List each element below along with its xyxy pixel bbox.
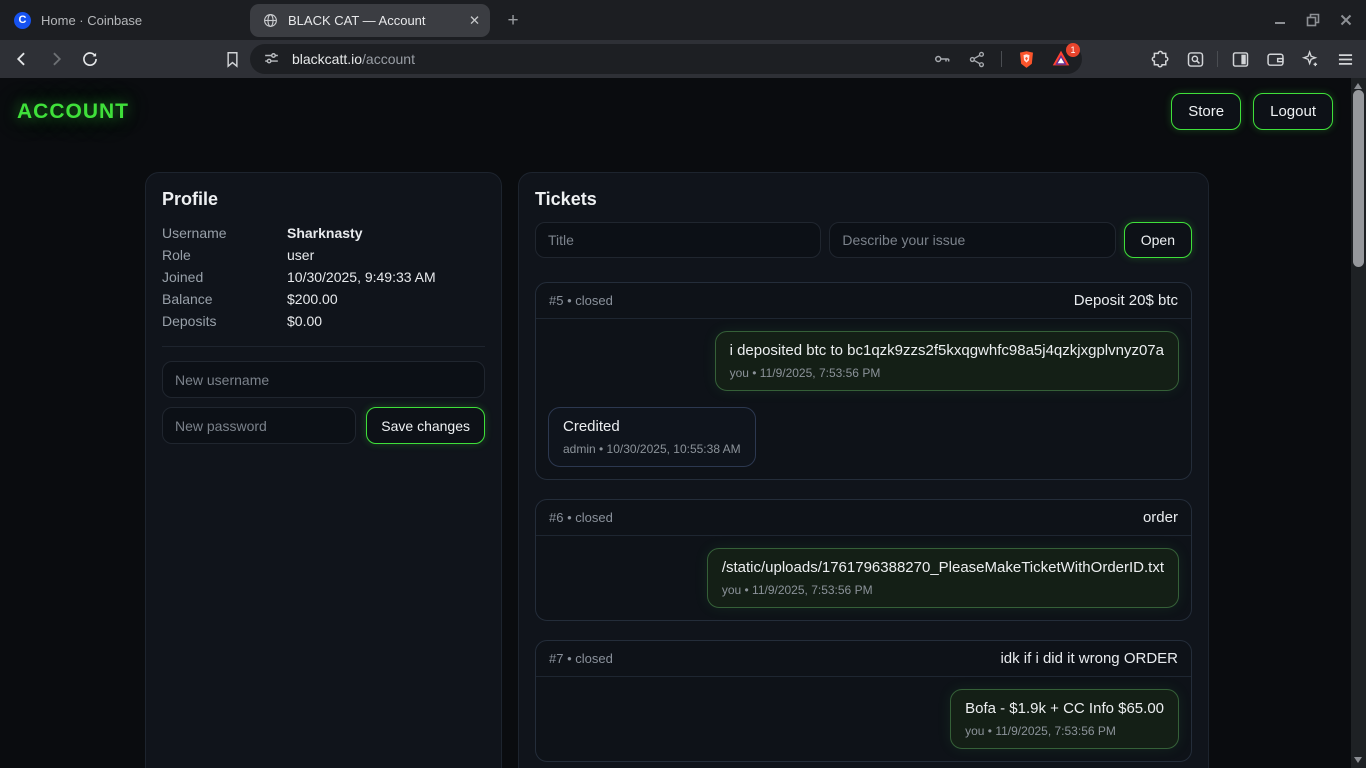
rewards-notification-badge: 1	[1066, 43, 1080, 57]
minimize-icon[interactable]	[1270, 10, 1290, 30]
leo-ai-icon[interactable]	[1297, 46, 1323, 72]
close-window-icon[interactable]	[1336, 10, 1356, 30]
ticket-title: idk if i did it wrong ORDER	[1000, 650, 1178, 667]
site-settings-icon[interactable]	[262, 49, 282, 69]
tab-bar: C Home · Coinbase BLACK CAT — Account ✕ …	[0, 0, 1366, 40]
tab-black-cat-account[interactable]: BLACK CAT — Account ✕	[250, 4, 490, 37]
ticket-title-input[interactable]	[535, 222, 821, 258]
browser-window: C Home · Coinbase BLACK CAT — Account ✕ …	[0, 0, 1366, 768]
ticket-header: #5 • closed Deposit 20$ btc	[536, 283, 1191, 319]
url-host: blackcatt.io	[292, 51, 362, 67]
divider	[1001, 51, 1002, 67]
ticket-message-user: Bofa - $1.9k + CC Info $65.00 you • 11/9…	[950, 689, 1179, 749]
ticket-message-user: /static/uploads/1761796388270_PleaseMake…	[707, 548, 1179, 608]
new-tab-button[interactable]: +	[500, 8, 526, 34]
deposits-value: $0.00	[287, 310, 485, 332]
profile-row-balance: Balance $200.00	[162, 288, 485, 310]
ticket-issue-input[interactable]	[829, 222, 1115, 258]
url-path: /account	[362, 51, 415, 67]
profile-row-deposits: Deposits $0.00	[162, 310, 485, 332]
username-value: Sharknasty	[287, 222, 485, 244]
profile-heading: Profile	[162, 189, 485, 210]
coinbase-favicon-icon: C	[14, 12, 31, 29]
save-changes-button[interactable]: Save changes	[366, 407, 485, 444]
tab-title: BLACK CAT — Account	[288, 13, 460, 28]
globe-icon	[262, 12, 279, 29]
role-value: user	[287, 244, 485, 266]
bookmark-icon[interactable]	[220, 47, 244, 71]
page-header: ACCOUNT Store Logout	[0, 78, 1366, 145]
search-tabs-icon[interactable]	[1182, 46, 1208, 72]
tab-home-coinbase-label: Home · Coinbase	[41, 13, 142, 28]
ticket-id-status: #7 • closed	[549, 651, 613, 666]
ticket-message-admin: Credited admin • 10/30/2025, 10:55:38 AM	[548, 407, 756, 467]
page-title: ACCOUNT	[17, 100, 129, 124]
profile-row-username: Username Sharknasty	[162, 222, 485, 244]
ticket-id-status: #6 • closed	[549, 510, 613, 525]
tab-home-coinbase[interactable]: C Home · Coinbase	[14, 0, 142, 40]
tab-close-icon[interactable]: ✕	[469, 13, 480, 29]
tickets-heading: Tickets	[535, 189, 1192, 210]
logout-button[interactable]: Logout	[1253, 93, 1333, 130]
reload-icon[interactable]	[78, 47, 102, 71]
page-scrollbar[interactable]	[1351, 78, 1366, 768]
forward-icon[interactable]	[44, 47, 68, 71]
ticket-id-status: #5 • closed	[549, 293, 613, 308]
ticket-header: #6 • closed order	[536, 500, 1191, 536]
url-text[interactable]: blackcatt.io/account	[292, 51, 931, 67]
joined-value: 10/30/2025, 9:49:33 AM	[287, 266, 485, 288]
ticket-item-6: #6 • closed order /static/uploads/176179…	[535, 499, 1192, 621]
new-password-input[interactable]	[162, 407, 356, 444]
store-button[interactable]: Store	[1171, 93, 1241, 130]
password-key-icon[interactable]	[931, 48, 953, 70]
menu-icon[interactable]	[1332, 46, 1358, 72]
new-username-input[interactable]	[162, 361, 485, 398]
back-icon[interactable]	[10, 47, 34, 71]
scrollbar-up-arrow-icon[interactable]	[1354, 83, 1362, 89]
sidebar-toggle-icon[interactable]	[1227, 46, 1253, 72]
scrollbar-thumb[interactable]	[1353, 90, 1364, 267]
divider	[162, 346, 485, 347]
profile-row-role: Role user	[162, 244, 485, 266]
balance-value: $200.00	[287, 288, 485, 310]
share-icon[interactable]	[966, 48, 988, 70]
ticket-header: #7 • closed idk if i did it wrong ORDER	[536, 641, 1191, 677]
restore-icon[interactable]	[1303, 10, 1323, 30]
extensions-puzzle-icon[interactable]	[1147, 46, 1173, 72]
ticket-title: order	[1143, 509, 1178, 526]
page-content: ACCOUNT Store Logout Profile Username Sh…	[0, 78, 1366, 768]
profile-row-joined: Joined 10/30/2025, 9:49:33 AM	[162, 266, 485, 288]
navigation-bar: blackcatt.io/account	[0, 40, 1366, 78]
ticket-title: Deposit 20$ btc	[1074, 292, 1178, 309]
ticket-item-7: #7 • closed idk if i did it wrong ORDER …	[535, 640, 1192, 762]
divider	[1217, 51, 1218, 67]
profile-card: Profile Username Sharknasty Role user Jo…	[145, 172, 502, 768]
url-bar[interactable]: blackcatt.io/account	[250, 44, 1082, 74]
scrollbar-down-arrow-icon[interactable]	[1354, 757, 1362, 763]
brave-shield-icon[interactable]	[1015, 48, 1037, 70]
new-ticket-form: Open	[535, 222, 1192, 258]
open-ticket-button[interactable]: Open	[1124, 222, 1192, 258]
wallet-icon[interactable]	[1262, 46, 1288, 72]
tickets-card: Tickets Open #5 • closed Deposit 20$ btc…	[518, 172, 1209, 768]
ticket-item-5: #5 • closed Deposit 20$ btc i deposited …	[535, 282, 1192, 480]
ticket-message-user: i deposited btc to bc1qzk9zzs2f5kxqgwhfc…	[715, 331, 1179, 391]
window-controls	[1270, 0, 1356, 40]
